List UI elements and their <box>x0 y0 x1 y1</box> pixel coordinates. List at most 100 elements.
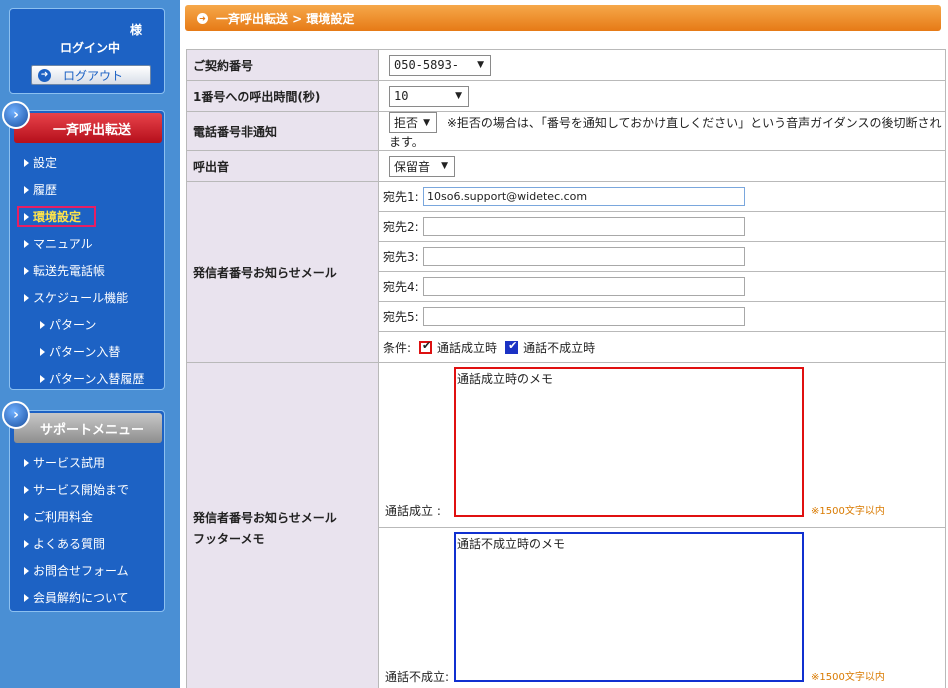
address-1-input[interactable]: 10so6.support@widetec.com <box>423 187 745 206</box>
sidebar-item-manual[interactable]: マニュアル <box>10 230 166 257</box>
triangle-icon <box>40 320 45 329</box>
address-4-input[interactable] <box>423 277 745 296</box>
check-icon: ✔ <box>508 338 518 352</box>
sidebar-item-pattern-swap-history[interactable]: パターン入替履歴 <box>10 365 166 392</box>
success-checkbox[interactable]: ✔ <box>419 339 433 354</box>
hidden-number-note: ※拒否の場合は、「番号を通知しておかけ直しください」という音声ガイダンスの後切断… <box>389 116 942 149</box>
sidebar-item-history[interactable]: 履歴 <box>10 176 166 203</box>
settings-table: ご契約番号 050-5893- ▼ 1番号への呼出時間(秒) 10 ▼ 電話番号非通… <box>186 49 946 688</box>
triangle-icon <box>24 293 29 302</box>
contract-label: ご契約番号 <box>186 49 379 81</box>
sidebar-item-contact[interactable]: お問合せフォーム <box>10 557 166 584</box>
triangle-icon <box>24 266 29 275</box>
success-memo-row: 通話成立 : 通話成立時のメモ ※1500文字以内 <box>379 363 945 528</box>
sidebar-item-schedule[interactable]: スケジュール機能 <box>10 284 166 311</box>
ring-tone-select[interactable]: 保留音 ▼ <box>389 155 455 177</box>
breadcrumb: 一斉呼出転送 > 環境設定 <box>216 11 355 26</box>
sidebar-item-settings[interactable]: 設定 <box>10 149 166 176</box>
address-1-label: 宛先1: <box>383 190 419 204</box>
support-header[interactable]: サポートメニュー <box>14 413 162 443</box>
address-row: 宛先5: <box>379 302 945 332</box>
arrow-right-icon: ➜ <box>38 68 51 82</box>
fail-memo-label: 通話不成立: <box>385 670 450 684</box>
support-menu-panel: サポートメニュー › サービス試用 サービス開始まで ご利用料金 よくある質問 … <box>2 401 166 612</box>
login-status: ログイン中 <box>59 41 120 55</box>
address-3-label: 宛先3: <box>383 250 419 264</box>
condition-label: 条件: <box>383 340 412 355</box>
success-memo-label: 通話成立 : <box>385 504 441 518</box>
hidden-number-label: 電話番号非通知 <box>186 111 379 151</box>
triangle-icon <box>24 485 29 494</box>
footer-memo-label-line1: 発信者番号お知らせメール <box>193 511 337 525</box>
address-5-input[interactable] <box>423 307 745 326</box>
triangle-icon <box>24 566 29 575</box>
hidden-number-value: 拒否 <box>394 116 419 130</box>
sidebar-item-getting-started[interactable]: サービス開始まで <box>10 476 166 503</box>
dropdown-arrow-icon: ▼ <box>477 60 484 70</box>
condition-row: 条件: ✔ 通話成立時 ✔ 通話不成立時 <box>379 332 945 362</box>
menu-header[interactable]: 一斉呼出転送 <box>14 113 162 143</box>
triangle-icon <box>24 158 29 167</box>
success-checkbox-label: 通話成立時 <box>437 340 498 355</box>
call-time-value: 10 <box>394 89 409 103</box>
success-memo-limit: ※1500文字以内 <box>811 506 885 517</box>
page-title-bar: ➜ 一斉呼出転送 > 環境設定 <box>185 5 941 31</box>
contract-value: 050-5893- <box>394 58 460 72</box>
dropdown-arrow-icon: ▼ <box>441 161 448 171</box>
fail-memo-row: 通話不成立: 通話不成立時のメモ ※1500文字以内 <box>379 528 945 688</box>
footer-memo-label: 発信者番号お知らせメール フッターメモ <box>186 362 379 688</box>
fail-checkbox-label: 通話不成立時 <box>523 340 596 355</box>
address-4-label: 宛先4: <box>383 280 419 294</box>
address-row: 宛先2: <box>379 212 945 242</box>
address-2-input[interactable] <box>423 217 745 236</box>
honorific: 様 <box>129 23 142 37</box>
triangle-icon <box>24 185 29 194</box>
hidden-number-select[interactable]: 拒否 ▼ <box>389 112 437 133</box>
triangle-icon <box>24 539 29 548</box>
address-5-label: 宛先5: <box>383 310 419 324</box>
support-title: サポートメニュー <box>39 422 144 438</box>
notify-mail-label: 発信者番号お知らせメール <box>186 181 379 363</box>
main-menu-panel: 一斉呼出転送 › 設定 履歴 環境設定 マニュアル 転送先電話帳 スケジュール機… <box>2 101 166 392</box>
chevron-right-icon: › <box>2 401 30 429</box>
fail-memo-textarea[interactable]: 通話不成立時のメモ <box>454 532 804 682</box>
active-highlight <box>17 206 96 227</box>
sidebar-item-pattern[interactable]: パターン <box>10 311 166 338</box>
address-row: 宛先4: <box>379 272 945 302</box>
address-3-input[interactable] <box>423 247 745 266</box>
sidebar-item-faq[interactable]: よくある質問 <box>10 530 166 557</box>
dropdown-arrow-icon: ▼ <box>455 91 462 101</box>
sidebar-item-phonebook[interactable]: 転送先電話帳 <box>10 257 166 284</box>
sidebar-item-pattern-swap[interactable]: パターン入替 <box>10 338 166 365</box>
main-content: ➜ 一斉呼出転送 > 環境設定 ご契約番号 050-5893- ▼ 1番号への呼出… <box>181 0 948 688</box>
arrow-right-icon: ➜ <box>197 12 208 24</box>
triangle-icon <box>24 593 29 602</box>
triangle-icon <box>24 239 29 248</box>
login-panel: 様 ログイン中 ➜ ログアウト <box>9 8 165 94</box>
footer-memo-label-line2: フッターメモ <box>193 532 265 546</box>
address-row: 宛先3: <box>379 242 945 272</box>
sidebar-item-trial[interactable]: サービス試用 <box>10 449 166 476</box>
triangle-icon <box>24 512 29 521</box>
triangle-icon <box>40 374 45 383</box>
call-time-label: 1番号への呼出時間(秒) <box>186 80 379 112</box>
address-row: 宛先1: 10so6.support@widetec.com <box>379 182 945 212</box>
success-memo-textarea[interactable]: 通話成立時のメモ <box>454 367 804 517</box>
fail-checkbox[interactable]: ✔ <box>505 338 519 354</box>
logout-button[interactable]: ➜ ログアウト <box>31 65 151 85</box>
ring-tone-value: 保留音 <box>394 159 431 174</box>
sidebar-item-pricing[interactable]: ご利用料金 <box>10 503 166 530</box>
fail-memo-limit: ※1500文字以内 <box>811 672 885 683</box>
logout-label: ログアウト <box>63 68 124 83</box>
sidebar-item-cancel[interactable]: 会員解約について <box>10 584 166 611</box>
ring-tone-label: 呼出音 <box>186 150 379 182</box>
sidebar: 様 ログイン中 ➜ ログアウト 一斉呼出転送 › 設定 履歴 環境設定 マニュア… <box>0 0 180 688</box>
chevron-right-icon: › <box>2 101 30 129</box>
triangle-icon <box>24 458 29 467</box>
sidebar-item-environment[interactable]: 環境設定 <box>10 203 166 230</box>
dropdown-arrow-icon: ▼ <box>423 117 430 128</box>
call-time-select[interactable]: 10 ▼ <box>389 85 469 107</box>
contract-select[interactable]: 050-5893- ▼ <box>389 54 491 76</box>
menu-title: 一斉呼出転送 <box>52 122 131 138</box>
triangle-icon <box>40 347 45 356</box>
